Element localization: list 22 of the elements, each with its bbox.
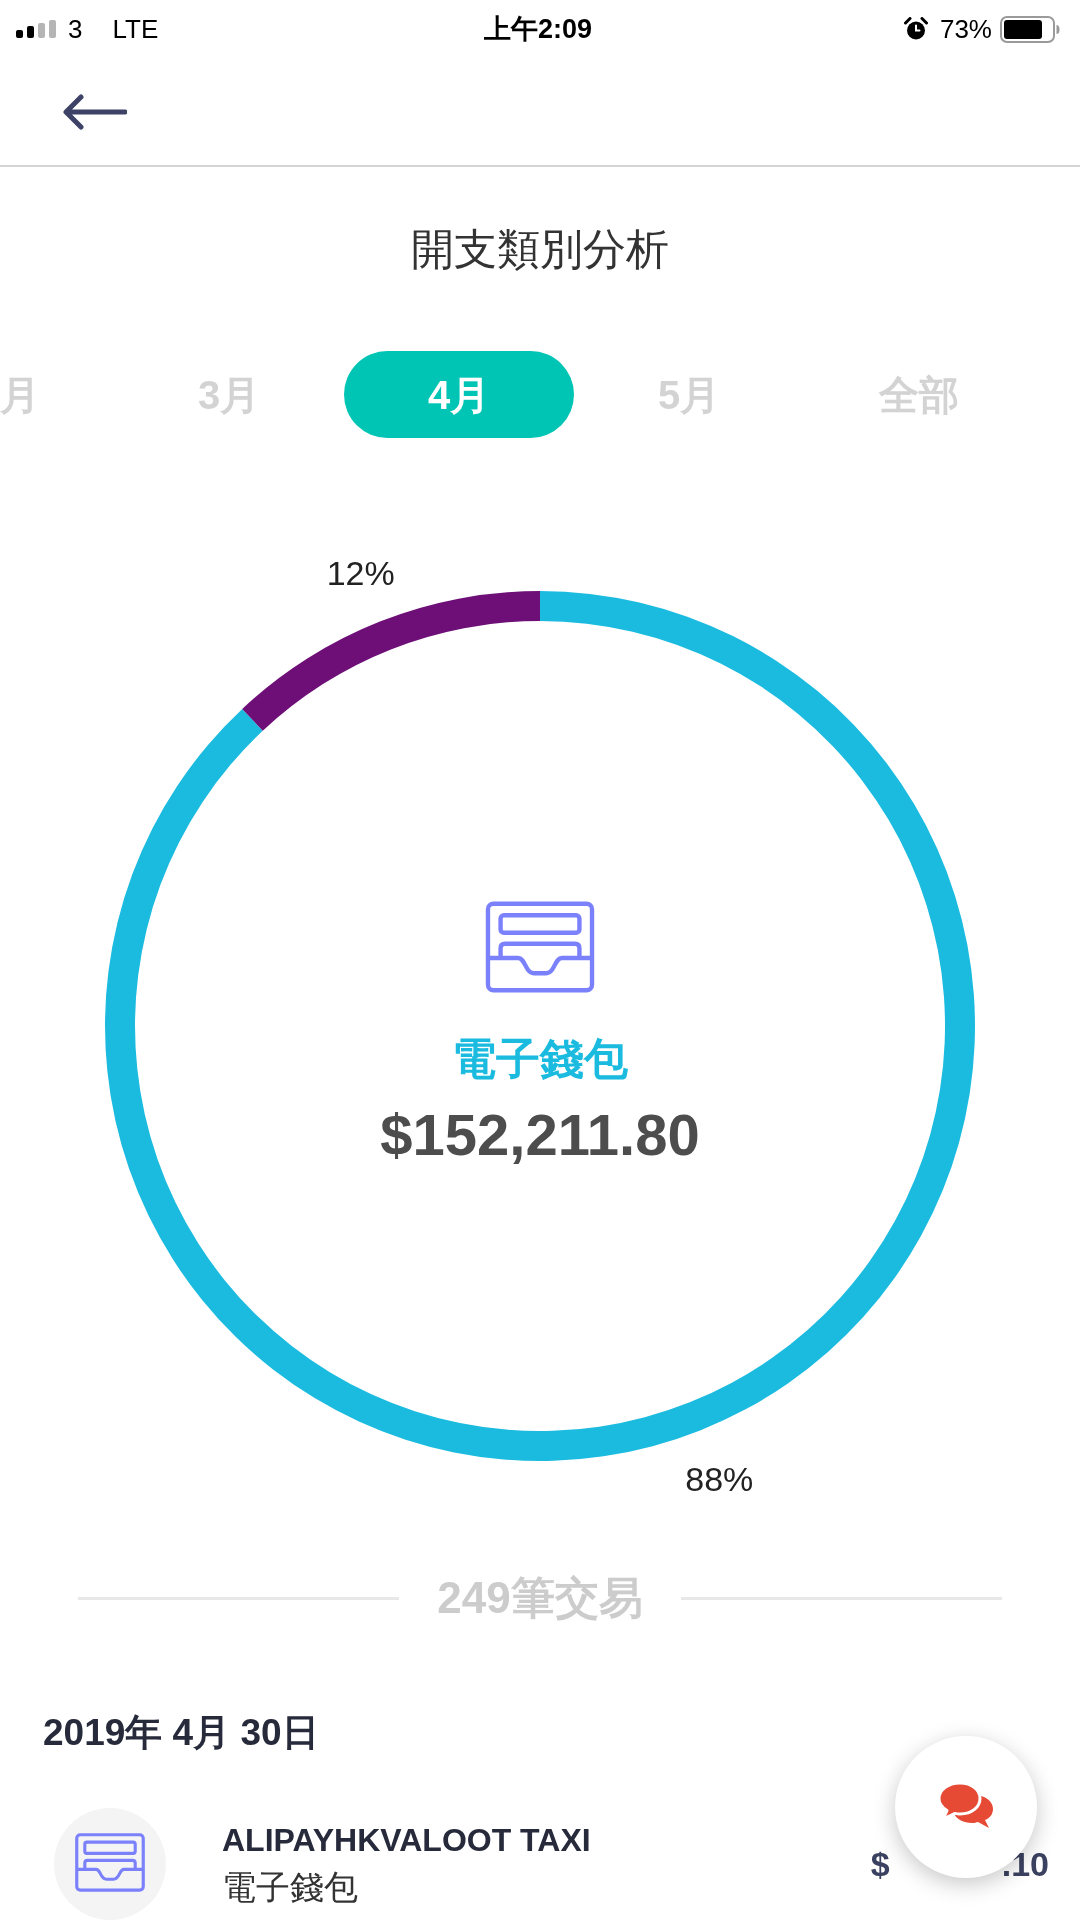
date-heading: 2019年 4月 30日 (43, 1711, 319, 1755)
percent-label: 88% (685, 1459, 754, 1498)
back-arrow-icon (63, 93, 127, 130)
signal-icon (16, 20, 58, 38)
merchant-name: ALIPAYHKVALOOT TAXI (222, 1821, 591, 1860)
amount-text: $ (870, 1846, 890, 1882)
status-time: 上午2:09 (483, 13, 592, 46)
back-button[interactable] (63, 93, 127, 130)
month-tab[interactable]: 4月 (344, 351, 574, 438)
category-name: 電子錢包 (452, 1033, 628, 1085)
carrier-name: 3 (68, 13, 83, 45)
network-type: LTE (112, 13, 159, 45)
alarm-clock-icon (903, 17, 928, 41)
amount-text: .10 (1001, 1846, 1049, 1882)
percent-label: 12% (326, 554, 395, 593)
tray-icon (485, 901, 595, 993)
donut-segment[interactable] (242, 591, 540, 731)
battery-percent: 73% (939, 13, 992, 45)
battery-icon (1000, 15, 1060, 43)
transaction-category: 電子錢包 (222, 1867, 358, 1908)
total-amount: $152,211.80 (380, 1102, 700, 1168)
page-title: 開支類別分析 (411, 224, 669, 275)
